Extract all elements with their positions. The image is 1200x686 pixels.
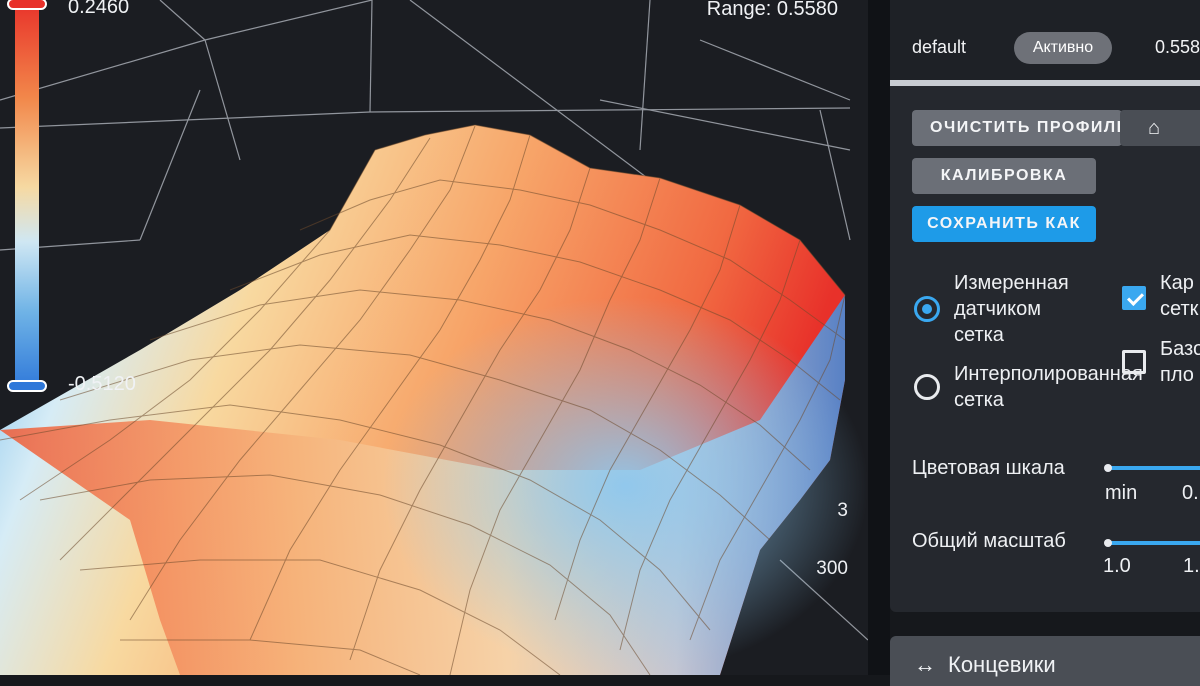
profile-row[interactable]: default Активно 0.558 (890, 0, 1200, 86)
axis-tick-label: 300 (816, 558, 848, 579)
save-as-button[interactable]: СОХРАНИТЬ КАК (912, 206, 1096, 242)
color-scale-min: min (1105, 482, 1138, 504)
option2-label: Базо пло (1160, 338, 1200, 386)
color-scale-bar (15, 0, 39, 390)
status-badge: Активно (1014, 32, 1112, 64)
mesh-3d-viewport[interactable]: 0.2460 -0.5120 Range: 0.5580 3 300 (0, 0, 868, 675)
axis-tick-label: 3 (837, 500, 848, 521)
calibration-button[interactable]: КАЛИБРОВКА (912, 158, 1096, 194)
overall-scale-slider-knob[interactable] (1104, 539, 1112, 547)
color-scale-max-handle[interactable] (7, 0, 47, 10)
home-button[interactable]: ⌂ (1120, 110, 1200, 146)
home-icon: ⌂ (1148, 116, 1162, 139)
option2-checkbox[interactable] (1122, 350, 1146, 374)
endstops-label: Концевики (948, 652, 1056, 677)
profile-range: 0.558 (1155, 37, 1200, 57)
overall-scale-label: Общий масштаб (912, 530, 1066, 552)
clear-profile-button[interactable]: ОЧИСТИТЬ ПРОФИЛЬ (912, 110, 1122, 146)
color-scale-label: Цветовая шкала (912, 457, 1065, 479)
bed-mesh-surface[interactable] (0, 0, 868, 675)
color-scale-max: 0. (1182, 482, 1199, 504)
range-label: Range: 0.5580 (706, 0, 838, 20)
color-scale-slider[interactable] (1108, 466, 1200, 470)
mesh-settings-panel: default Активно 0.558 ОЧИСТИТЬ ПРОФИЛЬ ⌂… (890, 0, 1200, 612)
scale-min-label: -0.5120 (68, 373, 136, 395)
panel-divider (868, 0, 890, 675)
interpolated-mesh-radio[interactable] (914, 374, 940, 400)
option1-checkbox[interactable] (1122, 286, 1146, 310)
endstops-panel-header[interactable]: ↔ Концевики (890, 636, 1200, 686)
measured-mesh-radio[interactable] (914, 296, 940, 322)
color-scale-slider-knob[interactable] (1104, 464, 1112, 472)
overall-scale-min: 1.0 (1103, 555, 1131, 577)
overall-scale-max: 1. (1183, 555, 1200, 577)
scale-max-label: 0.2460 (68, 0, 130, 18)
color-scale-min-handle[interactable] (7, 380, 47, 392)
interpolated-mesh-label: Интерполированная сетка (954, 363, 1143, 411)
arrows-horizontal-icon: ↔ (914, 652, 936, 677)
option1-label: Кар сетк (1160, 272, 1199, 320)
profile-name: default (912, 37, 967, 57)
measured-mesh-label: Измеренная датчиком сетка (954, 272, 1069, 346)
overall-scale-slider[interactable] (1108, 541, 1200, 545)
